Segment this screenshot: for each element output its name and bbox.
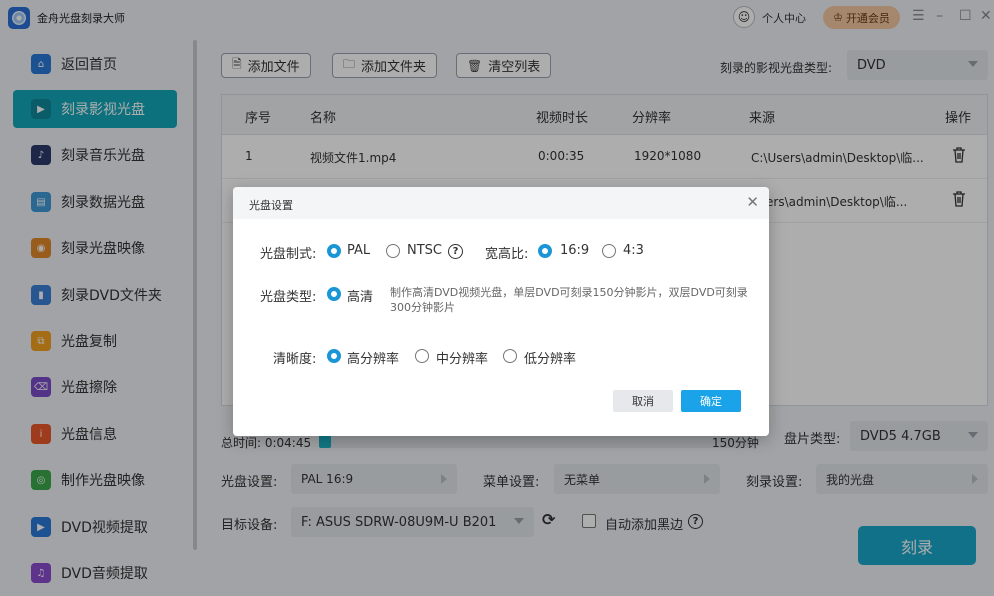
clarity-medium-label: 中分辨率	[436, 352, 489, 367]
clarity-low-label: 低分辨率	[524, 352, 577, 367]
aspect-4-3-label: 4:3	[623, 243, 644, 258]
clarity-low-radio[interactable]	[503, 349, 517, 363]
format-ntsc-radio[interactable]	[386, 244, 400, 258]
format-pal-radio[interactable]	[327, 244, 341, 258]
clarity-label: 清晰度:	[273, 352, 317, 367]
clarity-high-radio[interactable]	[327, 349, 341, 363]
aspect-16-9-radio[interactable]	[538, 244, 552, 258]
format-pal-label: PAL	[347, 243, 371, 258]
disc-settings-dialog: 光盘设置 ✕ 光盘制式: PAL NTSC ? 宽高比: 16:9 4:3 光盘…	[233, 187, 769, 436]
dialog-title: 光盘设置	[249, 199, 293, 212]
close-icon[interactable]: ✕	[746, 193, 759, 211]
dialog-header: 光盘设置 ✕	[233, 187, 769, 219]
aspect-16-9-label: 16:9	[560, 243, 590, 258]
aspect-4-3-radio[interactable]	[602, 244, 616, 258]
disc-type-description: 制作高清DVD视频光盘，单层DVD可刻录150分钟影片，双层DVD可刻录300分…	[390, 286, 748, 314]
disc-type-label: 光盘类型:	[260, 290, 317, 305]
clarity-medium-radio[interactable]	[415, 349, 429, 363]
type-hd-radio[interactable]	[327, 287, 341, 301]
clarity-high-label: 高分辨率	[347, 352, 400, 367]
ok-button[interactable]: 确定	[681, 390, 741, 412]
type-hd-label: 高清	[347, 290, 374, 305]
cancel-button[interactable]: 取消	[613, 390, 673, 412]
format-ntsc-label: NTSC	[407, 243, 442, 258]
help-icon[interactable]: ?	[448, 244, 463, 259]
aspect-ratio-label: 宽高比:	[485, 247, 529, 262]
disc-format-label: 光盘制式:	[260, 247, 317, 262]
